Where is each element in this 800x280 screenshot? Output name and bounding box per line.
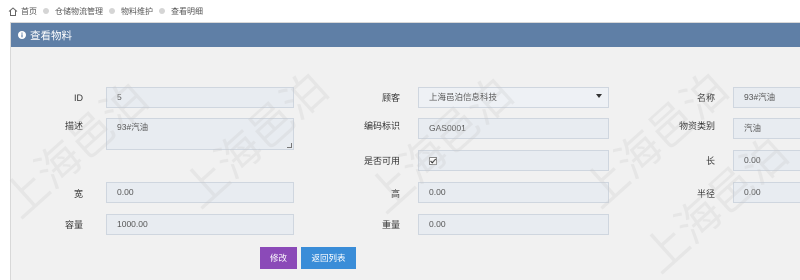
weight-field[interactable]: 0.00 [418, 214, 609, 235]
panel-header: 查看物料 [11, 23, 800, 47]
breadcrumb-separator [159, 8, 165, 14]
height-value: 0.00 [429, 187, 446, 197]
info-icon [18, 31, 26, 39]
enabled-label: 是否可用 [363, 156, 400, 166]
width-label: 宽 [73, 189, 83, 199]
code-label: 编码标识 [363, 121, 400, 131]
checkmark-icon [430, 158, 437, 164]
material-detail-panel: 查看物料 ID 5 顾客 上海邑泊信息科技 名称 93#汽油 描述 93#汽油 … [10, 22, 800, 280]
capacity-label: 容量 [64, 220, 83, 230]
form-actions: 修改 返回列表 [11, 235, 800, 280]
breadcrumb-separator [43, 8, 49, 14]
description-textarea[interactable]: 93#汽油 [106, 118, 294, 150]
home-icon[interactable] [8, 6, 18, 16]
radius-value: 0.00 [744, 187, 761, 197]
length-field[interactable]: 0.00 [733, 150, 800, 171]
radius-field[interactable]: 0.00 [733, 182, 800, 203]
id-field[interactable]: 5 [106, 87, 294, 108]
edit-button[interactable]: 修改 [260, 247, 297, 269]
name-field[interactable]: 93#汽油 [733, 87, 800, 108]
back-to-list-button[interactable]: 返回列表 [301, 247, 356, 269]
breadcrumb-warehouse-logistics[interactable]: 仓储物流管理 [55, 6, 103, 17]
length-value: 0.00 [744, 155, 761, 165]
name-label: 名称 [696, 93, 715, 103]
breadcrumb: 首页 仓储物流管理 物料维护 查看明细 [0, 0, 800, 22]
enabled-field [418, 150, 609, 171]
resize-handle-icon[interactable] [287, 143, 292, 148]
height-label: 高 [390, 189, 400, 199]
breadcrumb-material-maintenance[interactable]: 物料维护 [121, 6, 153, 17]
tenant-value: 上海邑泊信息科技 [429, 92, 498, 102]
category-value: 汽油 [744, 123, 762, 133]
weight-value: 0.00 [429, 219, 446, 229]
enabled-checkbox[interactable] [429, 157, 437, 165]
capacity-value: 1000.00 [117, 219, 148, 229]
width-value: 0.00 [117, 187, 134, 197]
tenant-label: 顾客 [381, 93, 400, 103]
id-label: ID [74, 93, 83, 103]
tenant-select[interactable]: 上海邑泊信息科技 [418, 87, 609, 108]
code-value: GAS0001 [429, 123, 466, 133]
code-field[interactable]: GAS0001 [418, 118, 609, 139]
description-value: 93#汽油 [117, 122, 149, 132]
name-value: 93#汽油 [744, 92, 776, 102]
chevron-down-icon [596, 94, 602, 98]
material-form: ID 5 顾客 上海邑泊信息科技 名称 93#汽油 描述 93#汽油 编码标识 … [11, 47, 800, 235]
radius-label: 半径 [696, 189, 715, 199]
width-field[interactable]: 0.00 [106, 182, 294, 203]
breadcrumb-view-detail: 查看明细 [171, 6, 203, 16]
height-field[interactable]: 0.00 [418, 182, 609, 203]
panel-title: 查看物料 [30, 29, 72, 42]
capacity-field[interactable]: 1000.00 [106, 214, 294, 235]
category-label: 物资类别 [678, 121, 715, 131]
breadcrumb-home[interactable]: 首页 [21, 6, 37, 17]
description-label: 描述 [64, 121, 83, 131]
id-value: 5 [117, 92, 122, 102]
breadcrumb-separator [109, 8, 115, 14]
category-field[interactable]: 汽油 [733, 118, 800, 139]
weight-label: 重量 [381, 220, 400, 230]
length-label: 长 [705, 156, 715, 166]
